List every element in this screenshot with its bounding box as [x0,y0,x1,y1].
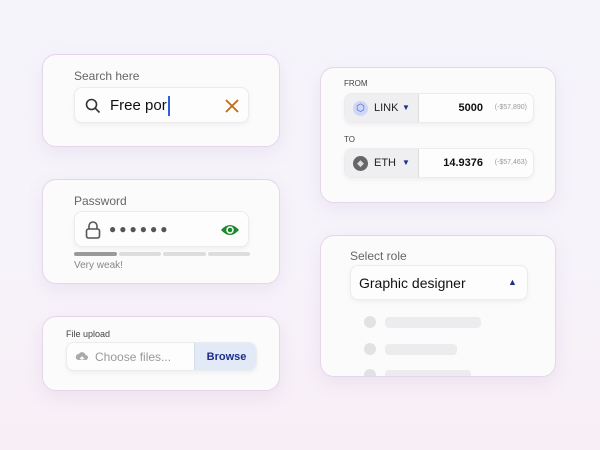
eth-token-icon: ◆ [353,156,368,171]
strength-segment [207,252,250,256]
clear-icon[interactable] [225,99,239,113]
file-upload-card: File upload Choose files... Browse [42,316,280,391]
password-label: Password [74,194,127,208]
to-row: ◆ ETH ▼ 14.9376 (-$57,463) [344,148,534,178]
from-label: FROM [344,79,368,88]
from-row: ⬡ LINK ▼ 5000 (-$57,890) [344,93,534,123]
strength-segment [118,252,161,256]
role-label: Select role [350,249,407,263]
role-select[interactable]: Graphic designer ▲ [350,265,528,300]
to-token-select[interactable]: ◆ ETH ▼ [345,149,419,177]
file-input[interactable]: Choose files... Browse [66,342,257,371]
role-selected: Graphic designer [359,275,466,291]
strength-segment [74,252,117,256]
from-token-select[interactable]: ⬡ LINK ▼ [345,94,419,122]
password-card: Password ●●●●●● Very weak! [42,179,280,284]
from-token: LINK [374,102,399,114]
role-card: Select role Graphic designer ▲ [320,235,556,377]
search-value: Free por [110,97,167,114]
search-card: Search here Free por [42,54,280,147]
password-mask: ●●●●●● [109,222,171,236]
search-icon [85,98,101,114]
chevron-down-icon: ▼ [402,158,410,167]
from-amount[interactable]: 5000 [459,102,483,114]
to-value: (-$57,463) [494,159,527,166]
cloud-upload-icon [75,352,88,363]
browse-button[interactable]: Browse [194,343,256,370]
from-value: (-$57,890) [494,104,527,111]
text-cursor [168,96,170,116]
file-placeholder: Choose files... [95,350,172,364]
strength-text: Very weak! [74,260,123,271]
chevron-down-icon: ▼ [402,103,410,112]
search-input[interactable]: Free por [74,87,249,123]
strength-segment [163,252,206,256]
strength-meter [74,252,250,256]
to-amount[interactable]: 14.9376 [443,157,483,169]
eye-icon[interactable] [220,223,240,237]
password-input[interactable]: ●●●●●● [74,211,249,247]
search-label: Search here [74,69,140,83]
lock-icon [85,221,101,239]
to-token: ETH [374,157,396,169]
file-upload-label: File upload [66,329,111,339]
swap-card: FROM ⬡ LINK ▼ 5000 (-$57,890) TO ◆ ETH ▼… [320,67,556,203]
to-label: TO [344,135,355,144]
chevron-up-icon: ▲ [508,277,517,287]
link-token-icon: ⬡ [353,101,368,116]
